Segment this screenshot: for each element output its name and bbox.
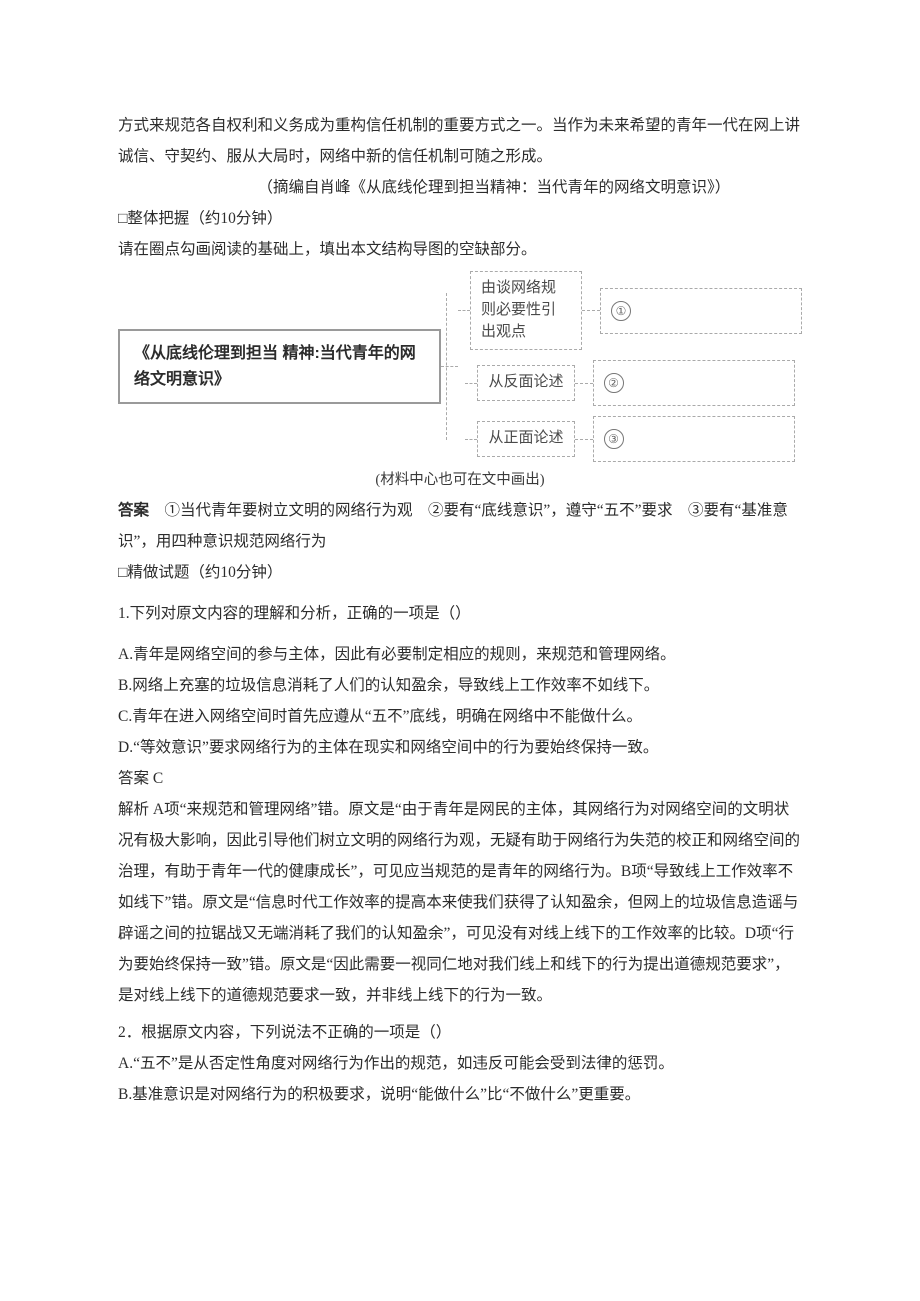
answer-text: ①当代青年要树立文明的网络行为观 ②要有“底线意识”，遵守“五不”要求 ③要有“… — [118, 502, 788, 550]
circled-number-icon: ① — [611, 301, 631, 321]
diagram-connector — [582, 310, 600, 311]
question-1-stem: 1.下列对原文内容的理解和分析，正确的一项是（） — [118, 598, 802, 629]
option-b: B.网络上充塞的垃圾信息消耗了人们的认知盈余，导致线上工作效率不如线下。 — [118, 670, 802, 701]
option-d: D.“等效意识”要求网络行为的主体在现实和网络空间中的行为要始终保持一致。 — [118, 732, 802, 763]
diagram-node-positive: 从正面论述 — [477, 421, 574, 457]
option-b: B.基准意识是对网络行为的积极要求，说明“能做什么”比“不做什么”更重要。 — [118, 1079, 802, 1110]
body-paragraph: 方式来规范各自权利和义务成为重构信任机制的重要方式之一。当作为未来希望的青年一代… — [118, 110, 802, 172]
diagram-connector — [575, 383, 593, 384]
diagram-node-intro: 由谈网络规 则必要性引 出观点 — [470, 271, 582, 350]
diagram-node-negative: 从反面论述 — [477, 365, 574, 401]
diagram-connector — [441, 366, 458, 367]
citation-line: （摘编自肖峰《从底线伦理到担当精神：当代青年的网络文明意识》） — [118, 172, 802, 203]
structure-diagram: 《从底线伦理到担当 精神:当代青年的网 络文明意识》 由谈网络规 则必要性引 出… — [118, 271, 802, 462]
answer-label: 答案 — [118, 502, 149, 519]
diagram-blank-2: ② — [593, 360, 795, 406]
diagram-connector — [458, 310, 470, 311]
diagram-caption: (材料中心也可在文中画出) — [118, 466, 802, 495]
section-heading-exercises: □精做试题（约10分钟） — [118, 557, 802, 588]
circled-number-icon: ② — [604, 373, 624, 393]
section-heading-overview: □整体把握（约10分钟） — [118, 203, 802, 234]
diagram-source-box: 《从底线伦理到担当 精神:当代青年的网 络文明意识》 — [118, 329, 441, 404]
question-1-answer: 答案 C — [118, 763, 802, 794]
diagram-connector — [575, 439, 593, 440]
diagram-blank-3: ③ — [593, 416, 795, 462]
instruction-line: 请在圈点勾画阅读的基础上，填出本文结构导图的空缺部分。 — [118, 234, 802, 265]
diagram-connector — [465, 439, 477, 440]
diagram-blank-1: ① — [600, 288, 802, 334]
question-2-stem: 2．根据原文内容，下列说法不正确的一项是（） — [118, 1017, 802, 1048]
option-a: A.青年是网络空间的参与主体，因此有必要制定相应的规则，来规范和管理网络。 — [118, 639, 802, 670]
circled-number-icon: ③ — [604, 429, 624, 449]
question-1-explanation: 解析 A项“来规范和管理网络”错。原文是“由于青年是网民的主体，其网络行为对网络… — [118, 794, 802, 1011]
option-a: A.“五不”是从否定性角度对网络行为作出的规范，如违反可能会受到法律的惩罚。 — [118, 1048, 802, 1079]
diagram-vertical-connector — [446, 293, 447, 440]
option-c: C.青年在进入网络空间时首先应遵从“五不”底线，明确在网络中不能做什么。 — [118, 701, 802, 732]
diagram-connector — [465, 383, 477, 384]
document-page: 方式来规范各自权利和义务成为重构信任机制的重要方式之一。当作为未来希望的青年一代… — [0, 0, 920, 1301]
answer-block: 答案 ①当代青年要树立文明的网络行为观 ②要有“底线意识”，遵守“五不”要求 ③… — [118, 495, 802, 557]
